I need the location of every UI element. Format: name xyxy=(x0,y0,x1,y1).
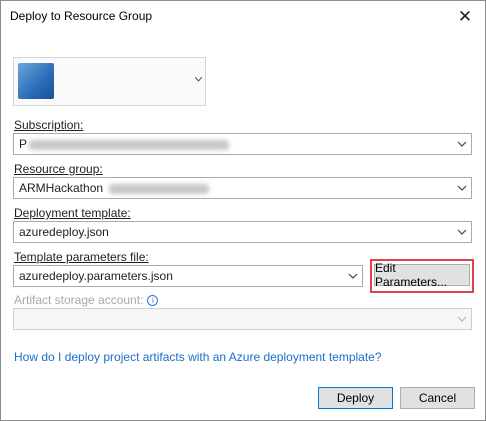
subscription-combobox[interactable]: P xyxy=(13,133,472,155)
highlight-box xyxy=(370,259,474,293)
info-icon[interactable]: i xyxy=(147,295,159,306)
chevron-down-icon xyxy=(457,316,467,322)
template-parameters-value: azuredeploy.parameters.json xyxy=(19,269,173,283)
account-selector[interactable] xyxy=(13,57,206,106)
deploy-button[interactable]: Deploy xyxy=(318,387,393,409)
chevron-down-icon xyxy=(348,273,358,279)
chevron-down-icon xyxy=(195,77,202,82)
subscription-value: P xyxy=(19,137,230,151)
dialog-title: Deploy to Resource Group xyxy=(10,9,153,23)
chevron-down-icon xyxy=(457,229,467,235)
close-button[interactable]: ✕ xyxy=(453,5,477,29)
artifact-storage-combobox[interactable] xyxy=(13,308,472,330)
resource-group-value: ARMHackathon xyxy=(19,181,210,195)
close-icon: ✕ xyxy=(457,7,473,26)
avatar xyxy=(18,63,54,99)
resource-group-label: Resource group: xyxy=(14,162,103,176)
resource-group-combobox[interactable]: ARMHackathon xyxy=(13,177,472,199)
chevron-down-icon xyxy=(457,141,467,147)
title-bar: Deploy to Resource Group ✕ xyxy=(1,1,485,33)
chevron-down-icon xyxy=(457,185,467,191)
deployment-template-combobox[interactable]: azuredeploy.json xyxy=(13,221,472,243)
cancel-button[interactable]: Cancel xyxy=(400,387,475,409)
deployment-template-label: Deployment template: xyxy=(14,206,131,220)
template-parameters-label: Template parameters file: xyxy=(14,250,149,264)
help-link[interactable]: How do I deploy project artifacts with a… xyxy=(14,350,382,364)
artifact-storage-label: Artifact storage account: i xyxy=(14,293,159,307)
template-parameters-combobox[interactable]: azuredeploy.parameters.json xyxy=(13,265,363,287)
deployment-template-value: azuredeploy.json xyxy=(19,225,109,239)
deploy-dialog: Deploy to Resource Group ✕ Subscription:… xyxy=(0,0,486,421)
subscription-label: Subscription: xyxy=(14,118,84,132)
